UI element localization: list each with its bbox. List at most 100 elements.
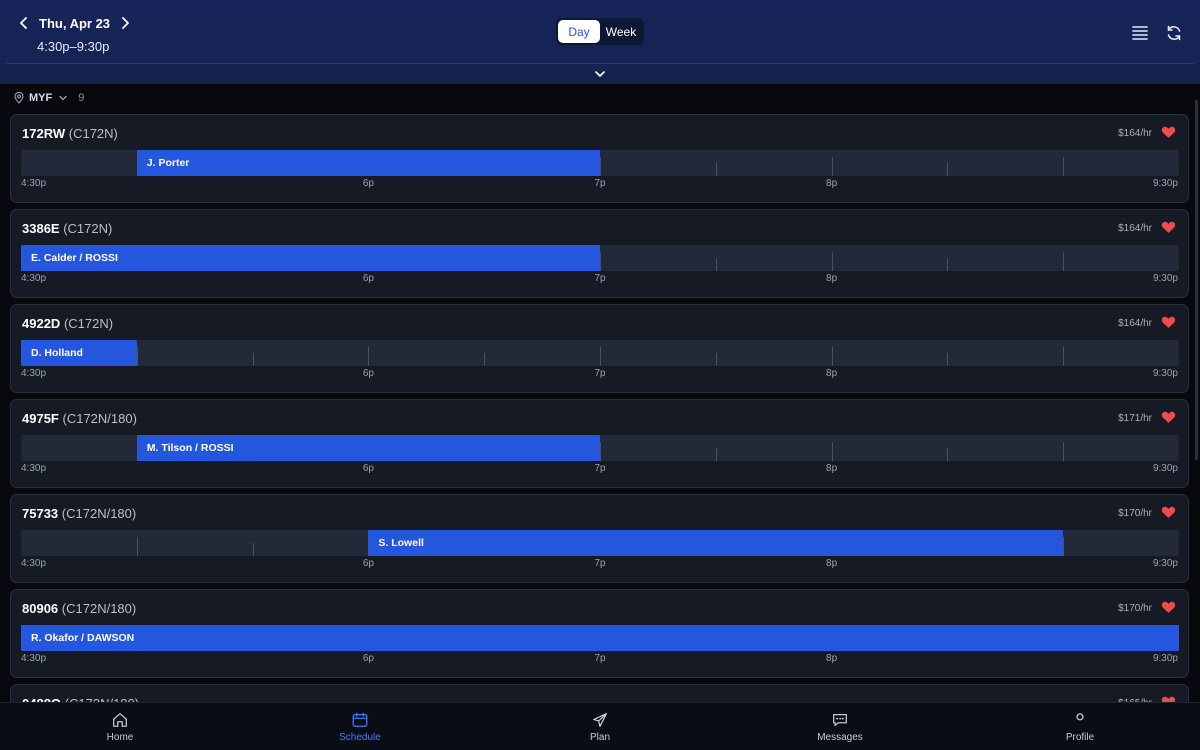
time-range: 4:30p–9:30p — [37, 39, 110, 54]
booking-block[interactable]: R. Okafor / DAWSON — [21, 625, 1179, 651]
timeline-tick — [1063, 347, 1065, 366]
timeline-hour-label: 9:30p — [1152, 653, 1178, 664]
timeline-hour-label: 8p — [826, 653, 838, 664]
aircraft-model: (C172N/180) — [61, 506, 137, 521]
hourly-rate: $164/hr — [1118, 318, 1152, 329]
timeline-tick — [715, 163, 717, 176]
aircraft-card[interactable]: 75733 (C172N/180) $170/hr S. Lowell 4:30… — [10, 494, 1189, 583]
schedule-header: Thu, Apr 23 4:30p–9:30p Day Week — [0, 0, 1200, 84]
tab-label: Profile — [1065, 731, 1095, 743]
timeline-tick — [600, 347, 601, 366]
timeline-hour-label: 6p — [362, 368, 374, 379]
timeline-hour-label: 6p — [362, 463, 374, 474]
timeline-hour-label: 7p — [594, 558, 606, 569]
timeline-tick — [484, 353, 486, 366]
calendar-icon — [352, 712, 368, 727]
tab-schedule[interactable]: Schedule — [240, 703, 480, 750]
timeline-tick — [136, 537, 138, 556]
list-icon[interactable] — [1131, 24, 1149, 42]
aircraft-model: (C172N) — [68, 126, 118, 141]
timeline-hour-label: 9:30p — [1152, 368, 1178, 379]
current-date[interactable]: Thu, Apr 23 — [39, 16, 110, 31]
heart-icon[interactable] — [1161, 315, 1176, 329]
heart-icon[interactable] — [1161, 220, 1176, 234]
timeline-hour-label: 6p — [362, 273, 374, 284]
chevron-left-icon[interactable] — [17, 14, 31, 32]
aircraft-card[interactable]: 80906 (C172N/180) $170/hr R. Okafor / DA… — [10, 589, 1189, 678]
booking-block[interactable]: D. Holland — [21, 340, 137, 366]
timeline-track[interactable]: M. Tilson / ROSSI — [21, 435, 1179, 461]
tab-plan[interactable]: Plan — [480, 703, 720, 750]
booking-block[interactable]: M. Tilson / ROSSI — [136, 435, 600, 461]
aircraft-model: (C172N) — [63, 221, 113, 236]
tab-label: Messages — [817, 731, 863, 743]
heart-icon[interactable] — [1161, 695, 1176, 702]
aircraft-title: 80906 (C172N/180) — [22, 601, 136, 616]
timeline-hour-label: 8p — [826, 463, 838, 474]
heart-icon[interactable] — [1161, 505, 1176, 519]
aircraft-card[interactable]: 172RW (C172N) $164/hr J. Porter 4:30p 6p 7… — [10, 114, 1189, 203]
hourly-rate: $164/hr — [1118, 223, 1152, 234]
timeline-hour-label: 4:30p — [21, 653, 47, 664]
booking-block[interactable]: S. Lowell — [368, 530, 1064, 556]
timeline-tick — [600, 442, 601, 461]
aircraft-card[interactable]: 4975F (C172N/180) $171/hr M. Tilson / RO… — [10, 399, 1189, 488]
timeline-hour-label: 8p — [826, 178, 838, 189]
booking-block[interactable]: E. Calder / ROSSI — [21, 245, 600, 271]
aircraft-registration: 80906 — [22, 601, 59, 616]
timeline-hour-label: 4:30p — [21, 463, 47, 474]
aircraft-registration: 4975F — [22, 411, 59, 426]
location-code: MYF — [29, 92, 53, 104]
aircraft-card[interactable]: 3386E (C172N) $164/hr E. Calder / ROSSI … — [10, 209, 1189, 298]
heart-icon[interactable] — [1161, 600, 1176, 614]
timeline-tick — [1063, 157, 1065, 176]
timeline-hour-label: 8p — [826, 273, 838, 284]
chevron-down-icon[interactable] — [593, 68, 607, 80]
tab-profile[interactable]: Profile — [960, 703, 1200, 750]
timeline-hour-label: 4:30p — [21, 273, 47, 284]
timeline-hour-label: 4:30p — [21, 558, 47, 569]
tab-home[interactable]: Home — [0, 703, 240, 750]
header-divider — [6, 63, 1194, 64]
timeline-hour-label: 4:30p — [21, 368, 47, 379]
tab-messages[interactable]: Messages — [720, 703, 960, 750]
timeline-tick — [831, 157, 833, 176]
week-view-button[interactable]: Week — [600, 20, 642, 43]
timeline-track[interactable]: S. Lowell — [21, 530, 1179, 556]
refresh-icon[interactable] — [1165, 24, 1183, 42]
tab-label: Schedule — [339, 731, 381, 743]
timeline-hour-label: 7p — [594, 653, 606, 664]
timeline-tick — [831, 252, 833, 271]
timeline-hour-label: 6p — [362, 178, 374, 189]
timeline-track[interactable]: R. Okafor / DAWSON — [21, 625, 1179, 651]
timeline-tick — [368, 347, 370, 366]
aircraft-title: 3386E (C172N) — [22, 221, 112, 236]
chevron-right-icon[interactable] — [118, 14, 132, 32]
booking-block[interactable]: J. Porter — [136, 150, 600, 176]
hourly-rate: $164/hr — [1118, 128, 1152, 139]
timeline-hour-label: 9:30p — [1152, 273, 1178, 284]
timeline-tick — [252, 543, 254, 556]
heart-icon[interactable] — [1161, 125, 1176, 139]
scrollbar[interactable] — [1195, 100, 1198, 460]
timeline-hour-label: 7p — [594, 273, 606, 284]
aircraft-card[interactable]: 0488Q (C172N/180) $165/hr 4:30p6p7p8p9:3… — [10, 684, 1189, 702]
timeline-hour-label: 8p — [826, 368, 838, 379]
location-filter[interactable]: MYF 9 — [14, 92, 84, 104]
timeline-tick — [715, 448, 717, 461]
aircraft-card[interactable]: 4922D (C172N) $164/hr D. Holland 4:30p 6p… — [10, 304, 1189, 393]
heart-icon[interactable] — [1161, 410, 1176, 424]
timeline-track[interactable]: D. Holland — [21, 340, 1179, 366]
tab-label: Home — [106, 731, 134, 743]
timeline-hour-label: 8p — [826, 558, 838, 569]
aircraft-count: 9 — [78, 92, 85, 104]
timeline-hour-label: 7p — [594, 463, 606, 474]
airplane-icon — [593, 712, 607, 727]
timeline-track[interactable]: J. Porter — [21, 150, 1179, 176]
timeline-hour-label: 7p — [594, 368, 606, 379]
aircraft-model: (C172N/180) — [62, 411, 137, 426]
timeline-tick — [1063, 252, 1065, 271]
timeline-hour-label: 4:30p — [21, 178, 47, 189]
timeline-track[interactable]: E. Calder / ROSSI — [21, 245, 1179, 271]
day-view-button[interactable]: Day — [558, 20, 600, 43]
